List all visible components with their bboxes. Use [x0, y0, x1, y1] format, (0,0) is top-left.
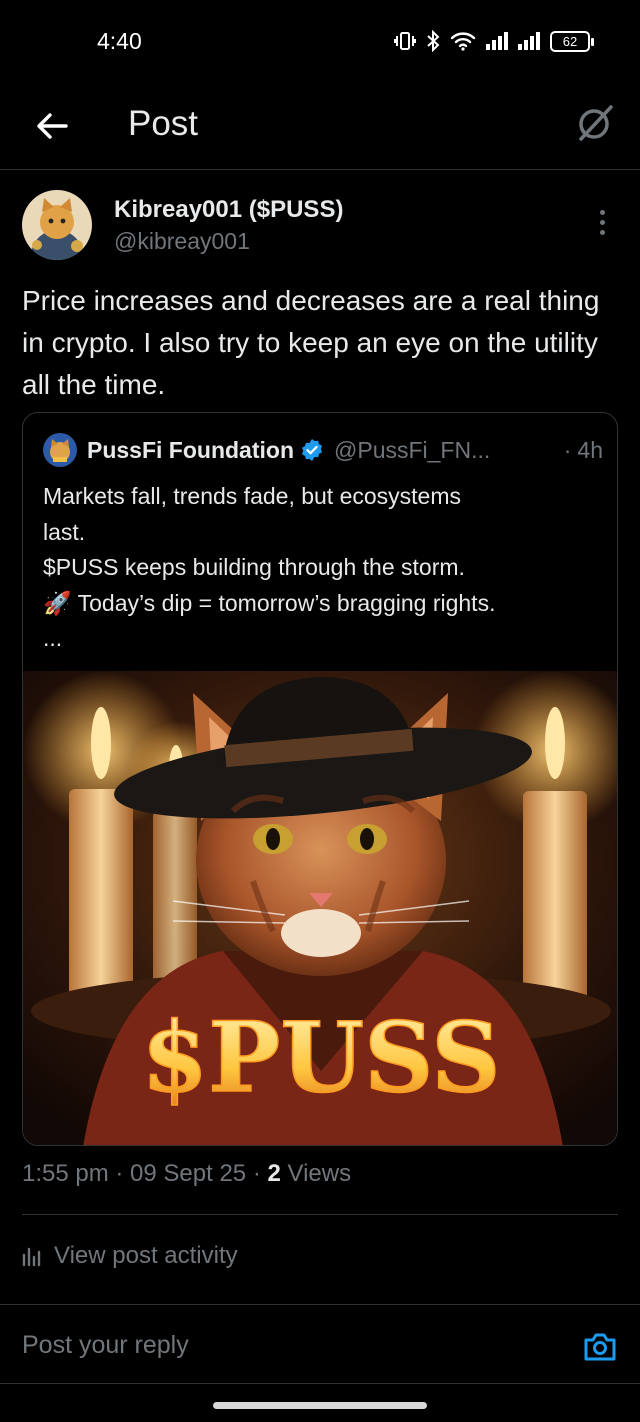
author-name[interactable]: Kibreay001 ($PUSS): [114, 196, 343, 224]
views-label: Views: [280, 1160, 352, 1187]
quote-line: $PUSS keeps building through the storm.: [43, 554, 465, 580]
post-timestamp: 1:55 pm · 09 Sept 25 ·: [22, 1160, 268, 1187]
quoted-post[interactable]: PussFi Foundation @PussFi_FN... · 4h Mar…: [22, 412, 618, 1146]
post-meta: 1:55 pm · 09 Sept 25 · 2 Views: [22, 1160, 351, 1188]
quote-text: Markets fall, trends fade, but ecosystem…: [43, 479, 603, 657]
quote-handle: @PussFi_FN...: [334, 436, 491, 463]
back-arrow-icon: [37, 113, 68, 139]
author-handle[interactable]: @kibreay001: [114, 228, 250, 255]
status-time: 4:40: [97, 28, 142, 54]
view-post-activity[interactable]: View post activity: [22, 1238, 238, 1274]
divider: [22, 1214, 618, 1215]
battery-icon: 62: [550, 30, 594, 52]
view-post-activity-label: View post activity: [54, 1242, 238, 1269]
signal-icon-2: [518, 32, 540, 50]
quote-avatar: [43, 433, 77, 467]
post-author: Kibreay001 ($PUSS) @kibreay001: [22, 190, 618, 264]
views-count: 2: [267, 1160, 281, 1187]
page-title: Post: [128, 104, 199, 143]
back-button[interactable]: [30, 104, 74, 148]
quote-time: 4h: [577, 436, 603, 463]
quote-separator: ·: [563, 436, 572, 463]
more-icon: [599, 209, 605, 215]
vibrate-icon: [394, 32, 416, 50]
grok-button[interactable]: [572, 100, 618, 146]
quote-line: last.: [43, 518, 86, 545]
quote-image-text: $PUSS: [141, 1001, 500, 1114]
home-indicator[interactable]: [213, 1402, 427, 1409]
signal-icon: [486, 32, 508, 50]
grok-icon: [579, 105, 613, 141]
quote-name: PussFi Foundation: [87, 436, 294, 463]
screen: 4:40 62 Post Kibreay001 ($PUSS) @kibreay…: [0, 0, 640, 1422]
avatar[interactable]: [22, 190, 92, 260]
reply-input[interactable]: [22, 1323, 522, 1367]
more-button[interactable]: [590, 204, 614, 240]
camera-button[interactable]: [582, 1329, 618, 1365]
camera-icon: [584, 1333, 616, 1361]
analytics-icon: [22, 1247, 41, 1267]
quote-line: ...: [43, 625, 63, 651]
quote-header: PussFi Foundation @PussFi_FN... · 4h: [43, 433, 603, 467]
reply-bar: [0, 1304, 640, 1384]
post-text: Price increases and decreases are a real…: [22, 285, 600, 400]
verified-icon: [302, 439, 322, 461]
status-bar: 4:40 62: [0, 0, 640, 86]
status-icons: 62: [394, 30, 594, 52]
quote-image[interactable]: $PUSS: [23, 671, 617, 1145]
quote-line: Markets fall, trends fade, but ecosystem…: [43, 483, 462, 509]
header: Post: [0, 86, 640, 170]
bluetooth-icon: [427, 30, 440, 52]
quote-line: 🚀 Today’s dip = tomorrow’s bragging righ…: [43, 589, 496, 616]
wifi-icon: [450, 32, 476, 51]
